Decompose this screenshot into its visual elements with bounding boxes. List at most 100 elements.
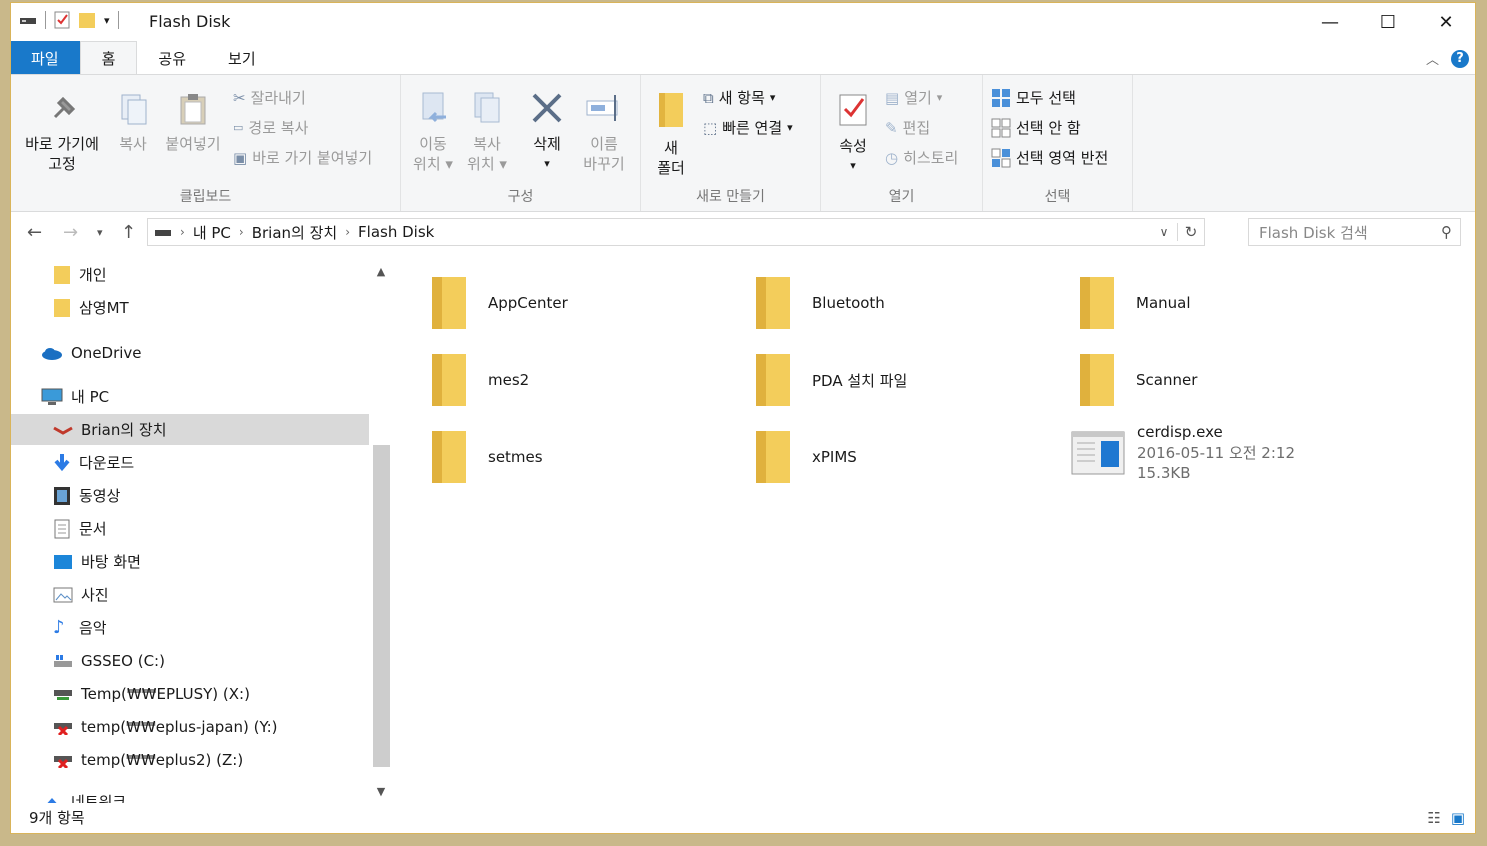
chevron-right-icon[interactable]: › [180, 225, 185, 239]
quick-access-toolbar: ▾ [19, 11, 119, 29]
file-item[interactable]: cerdisp.exe 2016-05-11 오전 2:12 15.3KB [1071, 423, 1295, 482]
chevron-right-icon[interactable]: › [239, 225, 244, 239]
scroll-up-icon[interactable]: ▲ [371, 265, 391, 283]
address-bar[interactable]: › 내 PC › Brian의 장치 › Flash Disk ∨ ↻ [147, 218, 1205, 246]
folder-item[interactable]: xPIMS [754, 429, 857, 485]
open-button[interactable]: ▤ 열기 ▾ [885, 87, 942, 108]
sidebar-item-brian-device[interactable]: Brian의 장치 [11, 414, 369, 445]
disconnected-drive-icon [54, 755, 72, 768]
search-icon[interactable]: ⚲ [1441, 223, 1452, 241]
sidebar-item-samyoung[interactable]: 삼영MT [11, 292, 369, 323]
item-name: Scanner [1136, 371, 1198, 389]
qat-dropdown-icon[interactable]: ▾ [104, 14, 110, 27]
scrollbar-thumb[interactable] [373, 445, 390, 767]
copy-to-button[interactable]: 복사 위치 ▾ [465, 91, 509, 174]
invert-selection-button[interactable]: 선택 영역 반전 [991, 147, 1108, 168]
sidebar-item-music[interactable]: ♪ 음악 [11, 612, 369, 643]
paste-shortcut-icon: ▣ [233, 148, 248, 167]
sidebar-item-downloads[interactable]: 다운로드 [11, 447, 369, 478]
tab-view[interactable]: 보기 [207, 41, 277, 75]
tab-share[interactable]: 공유 [137, 41, 207, 75]
select-none-button[interactable]: 선택 안 함 [991, 117, 1081, 138]
ribbon: 바로 가기에 고정 복사 붙여넣기 ✂ 잘라내기 ▭ 경로 복사 ▣ 바로 가기 [11, 74, 1475, 212]
clipboard-group-label: 클립보드 [179, 189, 232, 205]
sidebar-item-documents[interactable]: 문서 [11, 513, 369, 544]
tab-file[interactable]: 파일 [11, 41, 80, 75]
pin-quick-access-button[interactable]: 바로 가기에 고정 [19, 93, 105, 174]
edit-button[interactable]: ✎ 편집 [885, 117, 930, 138]
help-icon[interactable]: ? [1451, 49, 1469, 68]
copy-path-button[interactable]: ▭ 경로 복사 [233, 117, 308, 138]
folder-item[interactable]: setmes [430, 429, 543, 485]
copy-button[interactable]: 복사 [111, 93, 155, 154]
properties-button[interactable]: 속성 ▾ [831, 91, 875, 176]
details-view-icon[interactable]: ☷ [1427, 809, 1440, 827]
sidebar-item-drive-z[interactable]: temp(₩₩eplus2) (Z:) [11, 744, 369, 775]
sidebar-item-label: 문서 [79, 520, 107, 538]
new-group-label: 새로 만들기 [696, 189, 765, 205]
up-arrow-icon[interactable]: ↑ [121, 222, 136, 243]
folder-item[interactable]: Scanner [1078, 352, 1197, 408]
sidebar-item-desktop[interactable]: 바탕 화면 [11, 546, 369, 577]
sidebar-item-label: 삼영MT [79, 299, 129, 317]
breadcrumb-this-pc[interactable]: 내 PC [193, 222, 231, 243]
easy-access-label: 빠른 연결 [722, 119, 783, 137]
easy-access-button[interactable]: ⬚ 빠른 연결 ▾ [703, 117, 793, 138]
new-item-button[interactable]: ⧉ 새 항목 ▾ [703, 87, 775, 108]
back-arrow-icon[interactable]: ← [27, 222, 42, 243]
breadcrumb-device[interactable]: Brian의 장치 [252, 222, 338, 243]
sidebar-item-videos[interactable]: 동영상 [11, 480, 369, 511]
recent-locations-icon[interactable]: ▾ [97, 226, 103, 239]
select-all-button[interactable]: 모두 선택 [991, 87, 1076, 108]
sidebar-item-onedrive[interactable]: OneDrive [11, 337, 369, 368]
drive-icon [155, 230, 171, 236]
sidebar-item-drive-c[interactable]: GSSEO (C:) [11, 645, 369, 676]
address-dropdown-icon[interactable]: ∨ [1151, 225, 1177, 239]
search-input[interactable]: Flash Disk 검색 ⚲ [1248, 218, 1461, 246]
folder-icon [432, 354, 466, 406]
new-folder-label-2: 폴더 [657, 159, 685, 177]
folder-icon [756, 277, 790, 329]
folder-item[interactable]: Manual [1078, 275, 1191, 331]
close-button[interactable]: ✕ [1417, 3, 1475, 41]
delete-button[interactable]: 삭제 ▾ [525, 91, 569, 174]
folder-item[interactable]: Bluetooth [754, 275, 885, 331]
maximize-button[interactable]: ☐ [1359, 3, 1417, 41]
cut-button[interactable]: ✂ 잘라내기 [233, 87, 306, 108]
folder-item[interactable]: AppCenter [430, 275, 568, 331]
sidebar-item-drive-x[interactable]: Temp(₩₩EPLUSY) (X:) [11, 678, 369, 709]
paste-button[interactable]: 붙여넣기 [161, 93, 225, 154]
invert-selection-icon [991, 148, 1011, 167]
sidebar-item-this-pc[interactable]: 내 PC [11, 381, 369, 412]
collapse-ribbon-icon[interactable]: ︿ [1426, 49, 1439, 68]
new-folder-button[interactable]: 새 폴더 [651, 91, 691, 178]
sidebar-scrollbar[interactable]: ▲ ▼ [371, 263, 391, 803]
sidebar-item-pictures[interactable]: 사진 [11, 579, 369, 610]
item-name: mes2 [488, 371, 530, 389]
folder-item[interactable]: mes2 [430, 352, 529, 408]
minimize-button[interactable]: — [1301, 3, 1359, 41]
folder-item[interactable]: PDA 설치 파일 [754, 352, 907, 408]
download-icon [54, 453, 70, 471]
forward-arrow-icon[interactable]: → [63, 222, 78, 243]
properties-dropdown-icon[interactable]: ▾ [831, 156, 875, 176]
chevron-right-icon[interactable]: › [345, 225, 350, 239]
organize-group-label: 구성 [507, 189, 534, 205]
paste-shortcut-button[interactable]: ▣ 바로 가기 붙여넣기 [233, 147, 372, 168]
sidebar-item-personal[interactable]: 개인 [11, 259, 369, 290]
rename-button[interactable]: 이름 바꾸기 [579, 91, 629, 174]
large-icons-view-icon[interactable]: ▣ [1451, 809, 1465, 827]
move-to-button[interactable]: 이동 위치 ▾ [411, 91, 455, 174]
properties-check-icon[interactable] [54, 11, 70, 29]
history-button[interactable]: ◷ 히스토리 [885, 147, 958, 168]
item-name: Bluetooth [812, 294, 885, 312]
new-folder-icon[interactable] [78, 11, 96, 29]
refresh-icon[interactable]: ↻ [1177, 223, 1204, 241]
sidebar-item-drive-y[interactable]: temp(₩₩eplus-japan) (Y:) [11, 711, 369, 742]
delete-dropdown-icon[interactable]: ▾ [525, 154, 569, 174]
properties-check-icon [839, 94, 867, 126]
drive-icon [54, 654, 72, 667]
tab-home[interactable]: 홈 [79, 41, 138, 75]
properties-label: 속성 [839, 137, 867, 155]
breadcrumb-flash-disk[interactable]: Flash Disk [358, 223, 434, 241]
